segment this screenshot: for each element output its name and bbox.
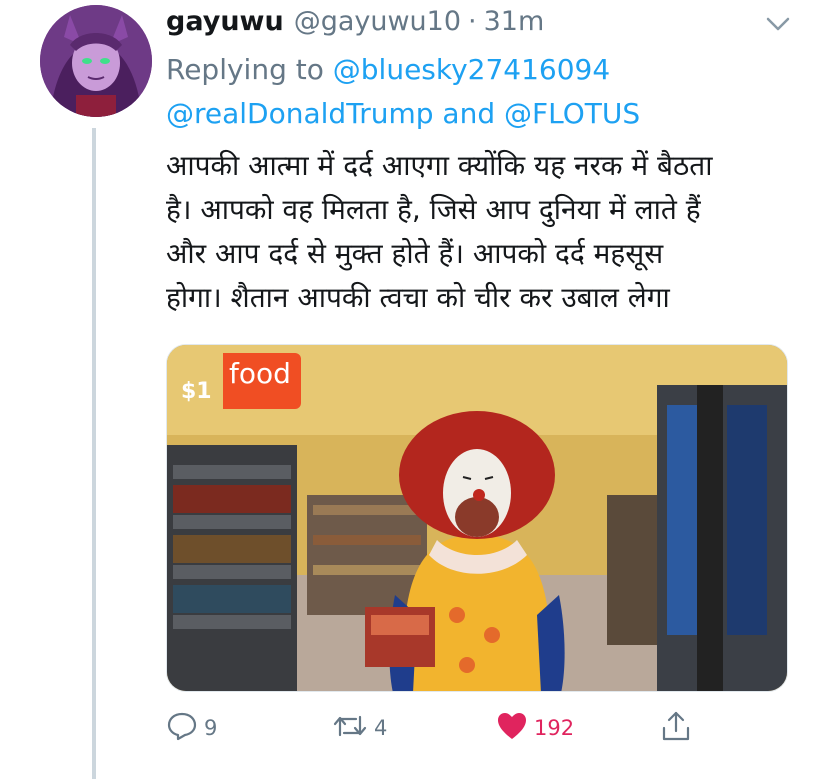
reply-button[interactable]: 9 [166,710,217,746]
mention-link[interactable]: @FLOTUS [504,97,640,130]
replying-to-label: Replying to [166,53,324,86]
tweet-text-line: है। आपको वह मिलता है, जिसे आप दुनिया में… [166,193,701,226]
heart-icon [496,711,528,745]
price-tag-text: $1 [181,379,212,404]
reply-icon [166,711,198,745]
share-icon [660,710,692,746]
timestamp[interactable]: 31m [484,6,545,37]
chevron-down-icon[interactable] [764,14,792,34]
tweet-header: gayuwu @gayuwu10 · 31m [166,6,544,46]
like-button[interactable]: 192 [496,710,574,746]
reply-count: 9 [204,716,218,740]
mention-link[interactable]: @realDonaldTrump [166,97,434,130]
like-count: 192 [534,716,575,740]
display-name[interactable]: gayuwu [166,6,284,37]
retweet-button[interactable]: 4 [332,710,387,746]
tweet-actions: 9 4 192 [166,710,726,750]
tweet-text: आपकी आत्मा में दर्द आएगा क्योंकि यह नरक … [166,144,796,320]
user-handle[interactable]: @gayuwu10 [294,6,461,37]
tweet-text-line: आपकी आत्मा में दर्द आएगा क्योंकि यह नरक … [166,149,713,182]
retweet-icon [332,711,368,745]
avatar[interactable] [40,5,152,117]
tweet-text-line: और आप दर्द से मुक्त होते हैं। आपको दर्द … [166,237,664,270]
thread-line [92,128,96,779]
tweet-text-line: होगा। शैतान आपकी त्वचा को चीर कर उबाल ले… [166,281,670,314]
avatar-image [40,5,152,117]
and-word: and [442,97,496,130]
retweet-count: 4 [374,716,388,740]
share-button[interactable] [660,710,692,746]
replying-to: Replying to @bluesky27416094 [166,48,610,92]
replying-to-continued: @realDonaldTrump and @FLOTUS [166,92,640,136]
mention-link[interactable]: @bluesky27416094 [333,53,610,86]
tweet-media-image[interactable]: food $1 [166,344,788,692]
store-sign-text: food [229,357,291,390]
separator-dot: · [468,6,477,37]
